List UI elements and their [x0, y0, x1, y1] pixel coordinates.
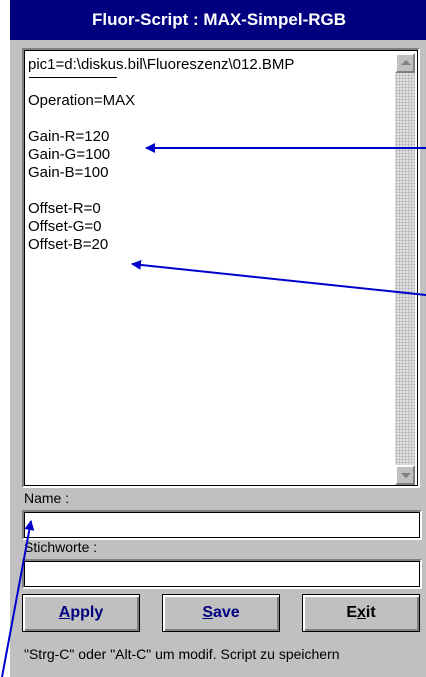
script-line: [28, 182, 388, 200]
apply-button[interactable]: Apply: [22, 594, 140, 632]
save-button[interactable]: Save: [162, 594, 280, 632]
window-title: Fluor-Script : MAX-Simpel-RGB: [10, 0, 426, 40]
script-line: Gain-R=120: [28, 128, 110, 145]
exit-button[interactable]: Exit: [302, 594, 420, 632]
script-line: Offset-B=20: [28, 236, 109, 253]
script-line: Offset-R=0: [28, 200, 101, 217]
script-separator: [29, 77, 117, 78]
save-label-rest: ave: [212, 604, 240, 621]
script-line: Gain-G=100: [28, 146, 111, 163]
apply-hotkey: A: [58, 604, 71, 621]
script-line: [28, 110, 388, 128]
apply-label-rest: pply: [70, 604, 104, 621]
script-line-header: pic1=d:\diskus.bil\Fluoreszenz\012.BMP: [28, 56, 295, 73]
name-input[interactable]: [22, 510, 422, 540]
script-line: Offset-G=0: [28, 218, 102, 235]
keywords-label: Stichworte :: [24, 539, 98, 555]
keywords-input[interactable]: [22, 559, 422, 589]
script-line: Operation=MAX: [28, 92, 136, 109]
save-hotkey: S: [202, 604, 213, 621]
script-line: Gain-B=100: [28, 164, 109, 181]
save-hint: "Strg-C" oder "Alt-C" um modif. Script z…: [24, 646, 340, 662]
fluor-script-dialog: Fluor-Script : MAX-Simpel-RGB pic1=d:\di…: [8, 0, 426, 677]
exit-label-first: E: [346, 604, 357, 621]
script-text-area[interactable]: pic1=d:\diskus.bil\Fluoreszenz\012.BMP O…: [22, 48, 420, 488]
scroll-up-button[interactable]: [395, 53, 415, 73]
script-content: pic1=d:\diskus.bil\Fluoreszenz\012.BMP O…: [28, 56, 388, 254]
vertical-scrollbar[interactable]: [395, 53, 415, 485]
scroll-down-button[interactable]: [395, 465, 415, 485]
scroll-up-arrow-icon: [401, 60, 411, 65]
scroll-down-arrow-icon: [401, 473, 411, 478]
exit-hotkey: x: [356, 604, 366, 621]
exit-label-rest: it: [365, 604, 376, 621]
name-label: Name :: [24, 490, 70, 506]
